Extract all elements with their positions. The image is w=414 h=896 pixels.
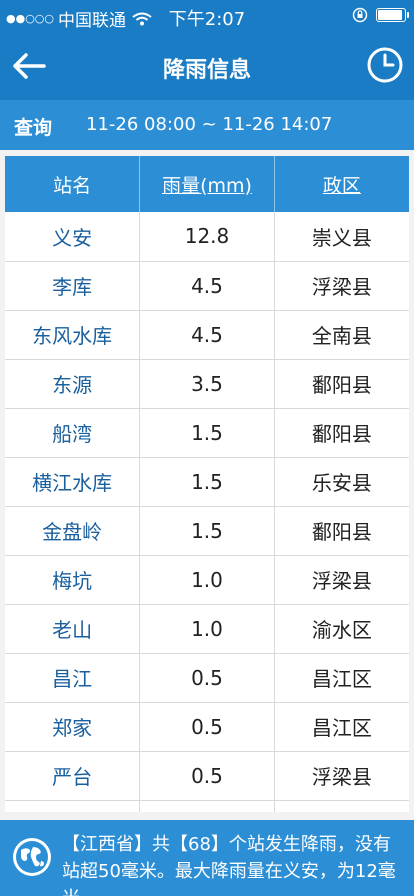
summary-footer: 【江西省】共【68】个站发生降雨，没有站超50毫米。最大降雨量在义安，为12毫米… (0, 820, 414, 896)
region-name: 鄱阳县 (274, 506, 409, 556)
rainfall-value: 4.5 (139, 261, 275, 311)
region-name: 昌江区 (274, 653, 409, 703)
rainfall-value: 1.5 (139, 457, 275, 507)
empty-cell (274, 800, 409, 812)
station-name: 船湾 (5, 408, 141, 458)
rainfall-table: 站名 雨量(mm) 政区 义安 12.8 崇义县 李库 4.5 浮梁县 东风水库 4.5 全… (5, 156, 409, 812)
summary-message: 【江西省】共【68】个站发生降雨，没有站超50毫米。最大降雨量在义安，为12毫米… (62, 834, 396, 896)
table-row[interactable]: 老山 1.0 渝水区 (5, 604, 409, 654)
rainfall-value: 0.5 (139, 702, 275, 752)
rainfall-value: 1.0 (139, 555, 275, 605)
table-row[interactable]: 严台 0.5 浮梁县 (5, 751, 409, 801)
battery-icon (376, 8, 409, 22)
region-name: 渝水区 (274, 604, 409, 654)
query-time-range[interactable]: 11-26 08:00 ~ 11-26 14:07 (86, 114, 332, 135)
station-name: 义安 (5, 212, 141, 262)
clock-icon[interactable] (366, 46, 404, 84)
header-region[interactable]: 政区 (274, 156, 409, 212)
rainfall-value: 1.0 (139, 604, 275, 654)
rainfall-value: 0.5 (139, 751, 275, 801)
rainfall-value: 1.5 (139, 506, 275, 556)
empty-cell (5, 800, 141, 812)
query-bar[interactable]: 查询 11-26 08:00 ~ 11-26 14:07 (0, 100, 414, 150)
page-title: 降雨信息 (162, 58, 251, 83)
table-row[interactable]: 郑家 0.5 昌江区 (5, 702, 409, 752)
status-right (352, 7, 409, 23)
empty-cell (139, 800, 275, 812)
table-row[interactable]: 义安 12.8 崇义县 (5, 212, 409, 262)
status-bar: ●●○○○ 中国联通 下午2:07 (0, 0, 414, 32)
station-name: 金盘岭 (5, 506, 141, 556)
table-row[interactable]: 东源 3.5 鄱阳县 (5, 359, 409, 409)
station-name: 东风水库 (5, 310, 141, 360)
region-name: 浮梁县 (274, 751, 409, 801)
station-name: 老山 (5, 604, 141, 654)
header-station: 站名 (5, 156, 141, 212)
station-name: 横江水库 (5, 457, 141, 507)
table-row[interactable]: 梅坑 1.0 浮梁县 (5, 555, 409, 605)
region-name: 全南县 (274, 310, 409, 360)
station-name: 东源 (5, 359, 141, 409)
table-row-partial[interactable] (5, 800, 409, 812)
table-row[interactable]: 昌江 0.5 昌江区 (5, 653, 409, 703)
nav-bar: 降雨信息 (0, 32, 414, 100)
region-name: 昌江区 (274, 702, 409, 752)
rainfall-value: 12.8 (139, 212, 275, 262)
station-name: 严台 (5, 751, 141, 801)
region-name: 乐安县 (274, 457, 409, 507)
rainfall-value: 1.5 (139, 408, 275, 458)
station-name: 郑家 (5, 702, 141, 752)
rainfall-value: 3.5 (139, 359, 275, 409)
station-name: 昌江 (5, 653, 141, 703)
region-name: 浮梁县 (274, 555, 409, 605)
header-region-label[interactable]: 政区 (323, 175, 361, 197)
table-row[interactable]: 东风水库 4.5 全南县 (5, 310, 409, 360)
table-row[interactable]: 李库 4.5 浮梁县 (5, 261, 409, 311)
header-rainfall[interactable]: 雨量(mm) (139, 156, 275, 212)
rainfall-value: 0.5 (139, 653, 275, 703)
table-row[interactable]: 金盘岭 1.5 鄱阳县 (5, 506, 409, 556)
station-name: 梅坑 (5, 555, 141, 605)
table-row[interactable]: 船湾 1.5 鄱阳县 (5, 408, 409, 458)
table-header-row: 站名 雨量(mm) 政区 (5, 156, 409, 212)
query-label: 查询 (14, 117, 53, 139)
globe-icon (13, 838, 51, 876)
table-row[interactable]: 横江水库 1.5 乐安县 (5, 457, 409, 507)
region-name: 鄱阳县 (274, 359, 409, 409)
rainfall-value: 4.5 (139, 310, 275, 360)
station-name: 李库 (5, 261, 141, 311)
region-name: 崇义县 (274, 212, 409, 262)
header-rainfall-label[interactable]: 雨量(mm) (162, 175, 252, 197)
orientation-lock-icon (352, 7, 368, 23)
region-name: 鄱阳县 (274, 408, 409, 458)
region-name: 浮梁县 (274, 261, 409, 311)
